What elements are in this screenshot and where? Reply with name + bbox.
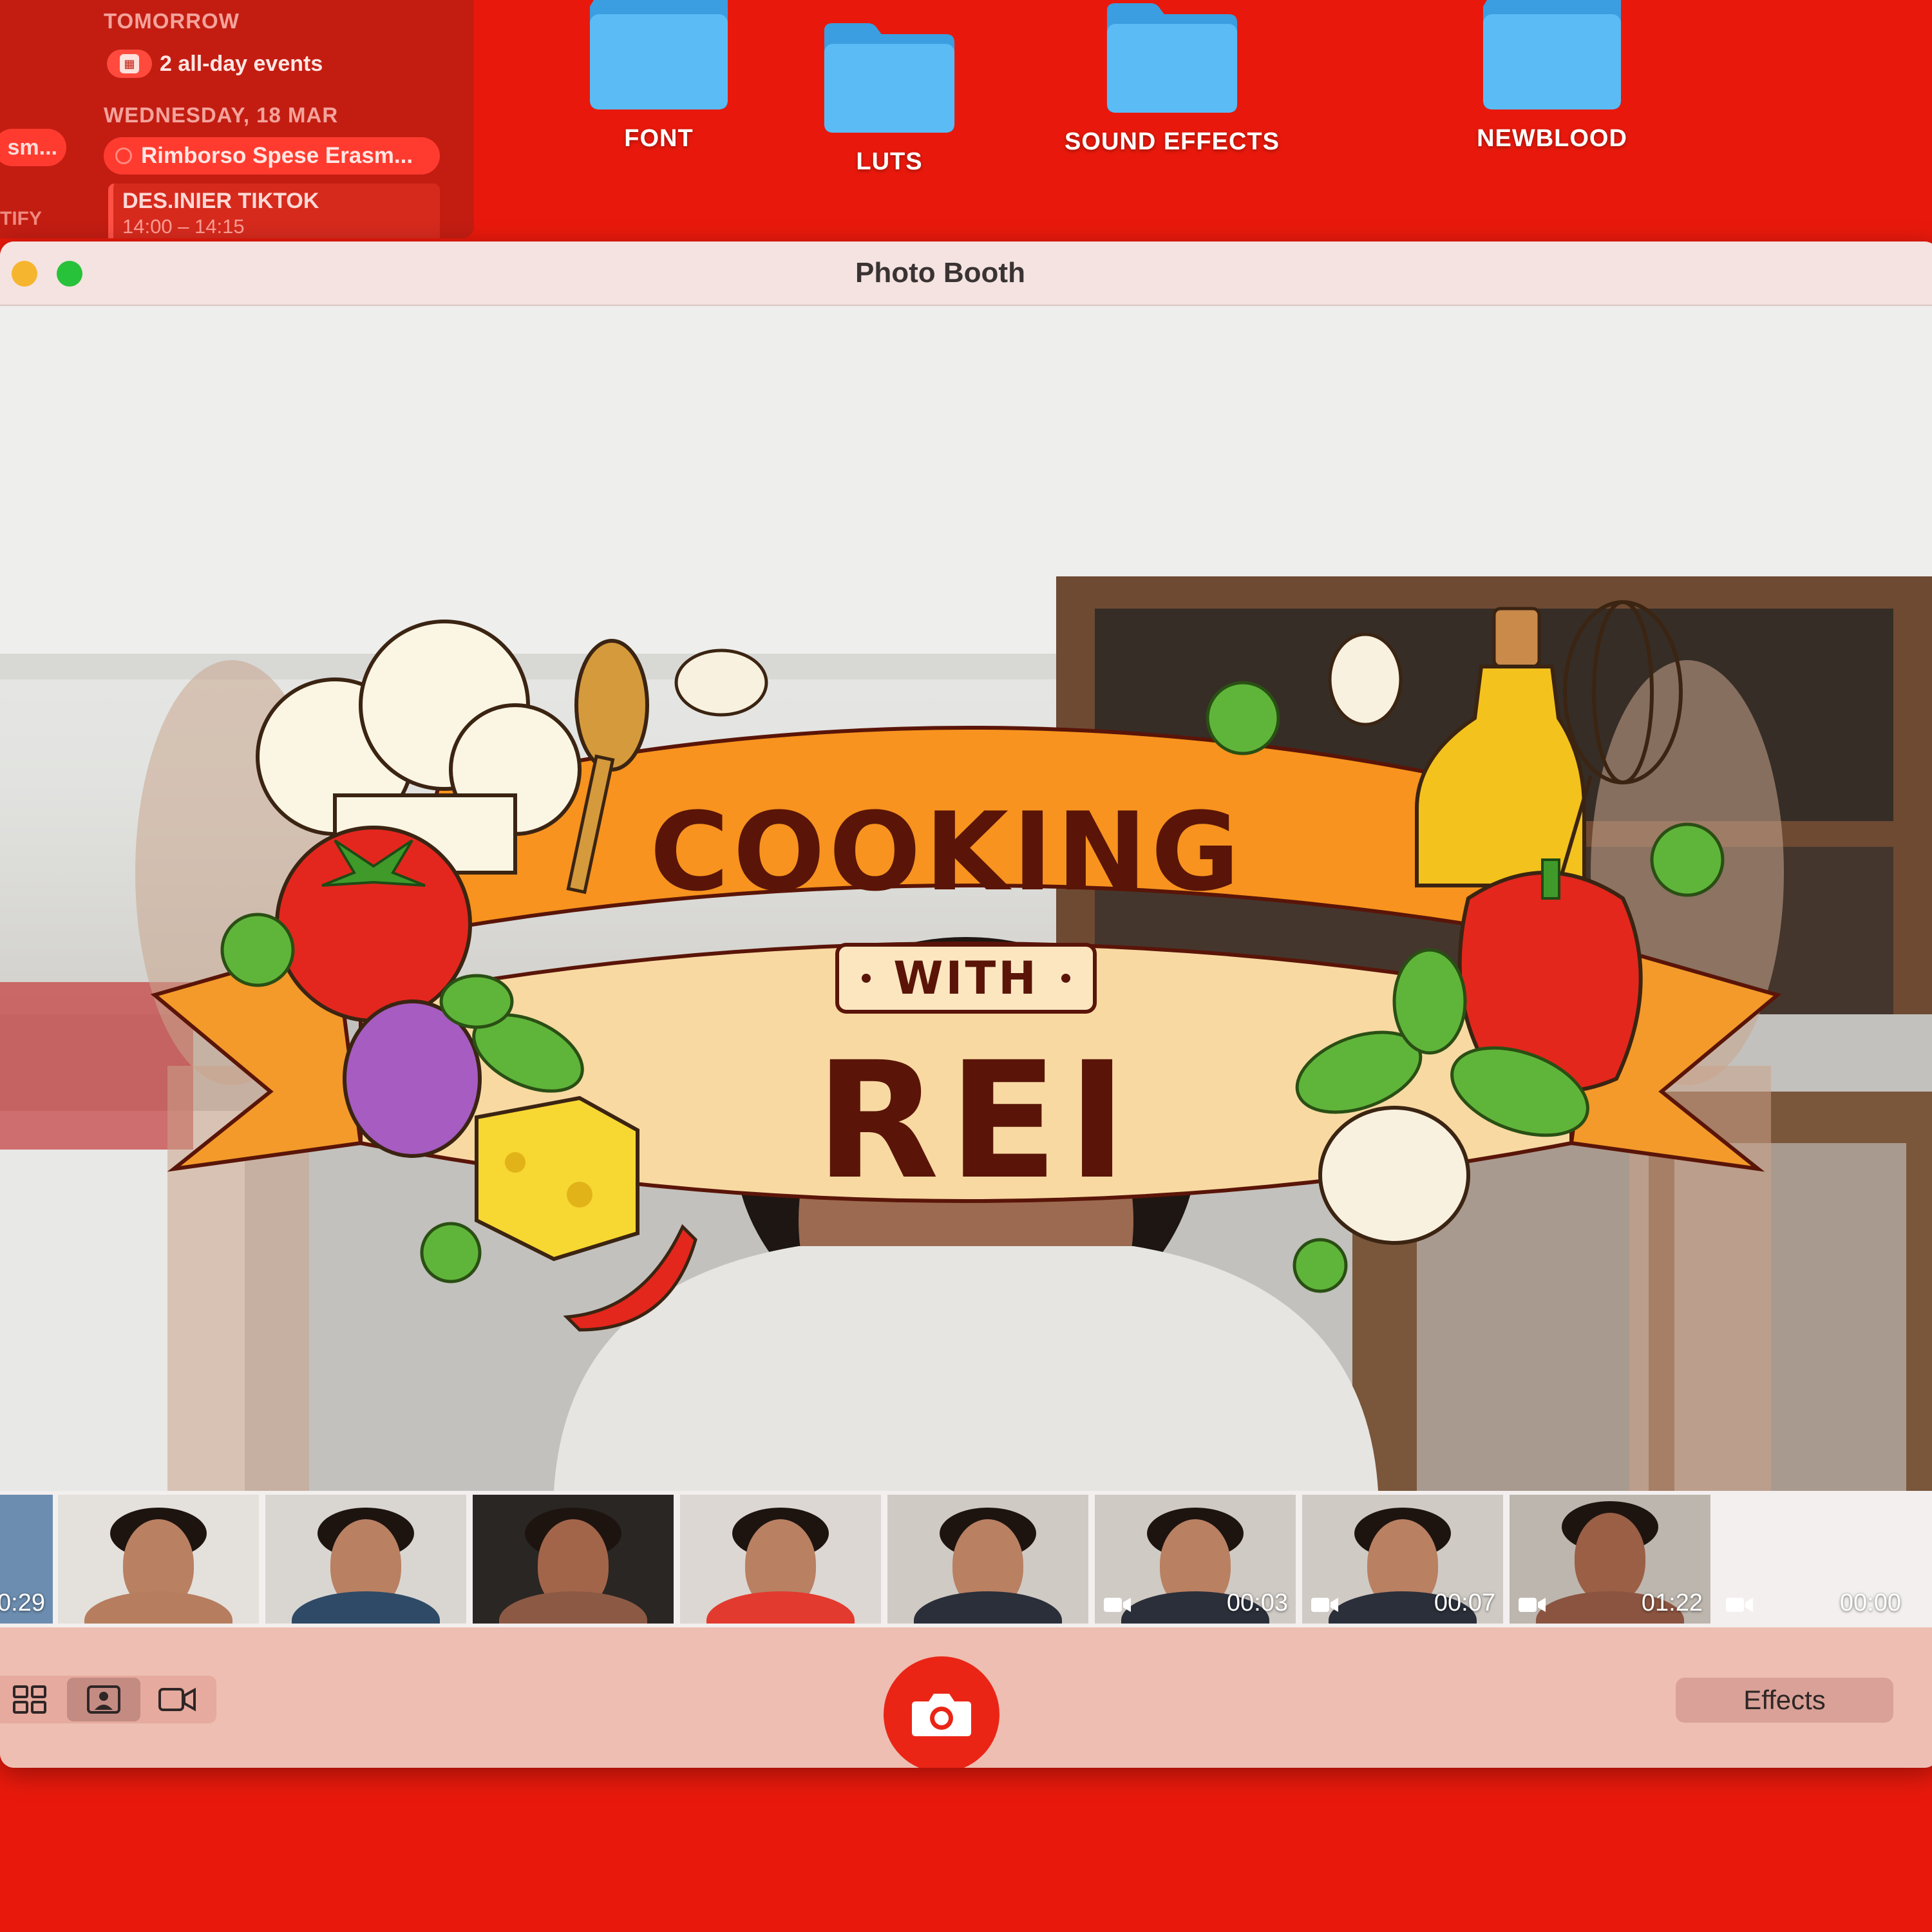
video-camera-icon <box>1519 1598 1546 1612</box>
thumbnail[interactable] <box>265 1495 466 1624</box>
calendar-widget: TOMORROW ▦ 2 all-day events WEDNESDAY, 1… <box>0 0 474 238</box>
thumbnail-face <box>1575 1513 1645 1603</box>
folder-icon <box>590 0 728 109</box>
overlay-title-with: WITH <box>893 952 1039 1005</box>
folder-label: SOUND EFFECTS <box>1065 128 1280 155</box>
folder-icon <box>1483 0 1621 109</box>
folder-label: LUTS <box>856 148 923 175</box>
thumbnail-duration: 0:29 <box>0 1589 45 1616</box>
folder-luts[interactable]: LUTS <box>820 23 958 176</box>
thumbnail-recording[interactable]: 00:00 <box>1717 1495 1918 1624</box>
video-camera-icon <box>1311 1598 1338 1612</box>
window-title: Photo Booth <box>855 257 1025 289</box>
thumbnail-duration: 00:03 <box>1226 1589 1288 1616</box>
folder-newblood[interactable]: NEWBLOOD <box>1462 0 1642 153</box>
thumbnail[interactable] <box>473 1495 674 1624</box>
mode-selector <box>0 1676 216 1723</box>
thumbnail-body <box>706 1591 855 1624</box>
garlic-clove-icon <box>1328 632 1403 726</box>
thumbnail-body <box>292 1591 440 1624</box>
garlic-clove-icon <box>674 649 768 717</box>
calendar-event-tiktok[interactable]: DES.INIER TIKTOK 14:00 – 14:15 <box>108 184 440 238</box>
parsley-icon <box>1293 1238 1348 1293</box>
bottom-toolbar: Effects <box>0 1627 1932 1768</box>
calendar-tomorrow-heading: TOMORROW <box>104 9 240 33</box>
thumbnail[interactable] <box>58 1495 259 1624</box>
thumbnail-body <box>499 1591 647 1624</box>
calendar-event-title: Rimborso Spese Erasm... <box>141 143 413 168</box>
camera-icon <box>912 1694 971 1736</box>
photo-mode-icon <box>87 1685 120 1714</box>
all-day-events-row[interactable]: ▦ 2 all-day events <box>107 48 323 80</box>
calendar-event-block-time: 14:00 – 14:15 <box>122 215 245 238</box>
calendar-icon: ▦ <box>120 54 139 73</box>
thumbnail[interactable]: 00:03 <box>1095 1495 1296 1624</box>
calendar-event-rimborso[interactable]: Rimborso Spese Erasm... <box>104 137 440 175</box>
thumbnail[interactable] <box>887 1495 1088 1624</box>
grid-view-button[interactable] <box>0 1678 67 1721</box>
camera-preview: COOKING WITH REI <box>0 306 1932 1491</box>
effects-button[interactable]: Effects <box>1676 1678 1893 1723</box>
parsley-icon <box>420 1222 482 1283</box>
folder-sound-effects[interactable]: SOUND EFFECTS <box>1043 3 1301 156</box>
thumbnail[interactable] <box>680 1495 881 1624</box>
thumbnail-duration: 00:00 <box>1839 1589 1901 1616</box>
thumbnail-body <box>84 1591 232 1624</box>
folder-icon <box>824 23 955 133</box>
photo-mode-button[interactable] <box>67 1678 140 1721</box>
shutter-button[interactable] <box>884 1656 999 1768</box>
video-mode-button[interactable] <box>140 1678 214 1721</box>
all-day-pill: ▦ <box>107 50 152 78</box>
calendar-event-block-title: DES.INIER TIKTOK <box>122 189 319 213</box>
grid-view-icon <box>13 1685 46 1714</box>
video-camera-icon <box>1726 1598 1753 1612</box>
photo-booth-window: Photo Booth COOKING WITH REI 0:29 00:03 … <box>0 242 1932 1768</box>
calendar-date-heading: WEDNESDAY, 18 MAR <box>104 103 339 127</box>
parsley-icon <box>1206 681 1280 755</box>
thumbnail-duration: 01:22 <box>1641 1589 1703 1616</box>
thumbnail-body <box>914 1591 1062 1624</box>
thumbnail-duration: 00:07 <box>1434 1589 1495 1616</box>
video-mode-icon <box>158 1687 196 1712</box>
calendar-side-label: TIFY <box>0 208 42 229</box>
calendar-event-truncated[interactable]: sm... <box>0 129 66 166</box>
overlay-title-rei: REI <box>815 1027 1137 1215</box>
thumbnail[interactable]: 00:07 <box>1302 1495 1503 1624</box>
overlay-title-cooking: COOKING <box>649 789 1244 915</box>
thumbnail-strip[interactable]: 0:29 00:03 00:07 01:22 00:00 <box>0 1491 1932 1627</box>
event-status-icon <box>115 147 132 164</box>
folder-icon <box>1106 3 1238 113</box>
all-day-events-label: 2 all-day events <box>160 51 323 76</box>
video-camera-icon <box>1104 1598 1131 1612</box>
thumbnail[interactable]: 0:29 <box>0 1495 53 1624</box>
folder-label: NEWBLOOD <box>1477 125 1627 152</box>
title-bar[interactable]: Photo Booth <box>0 242 1932 306</box>
thumbnail[interactable]: 01:22 <box>1510 1495 1710 1624</box>
folder-font[interactable]: FONT <box>590 0 728 153</box>
folder-label: FONT <box>624 125 694 152</box>
